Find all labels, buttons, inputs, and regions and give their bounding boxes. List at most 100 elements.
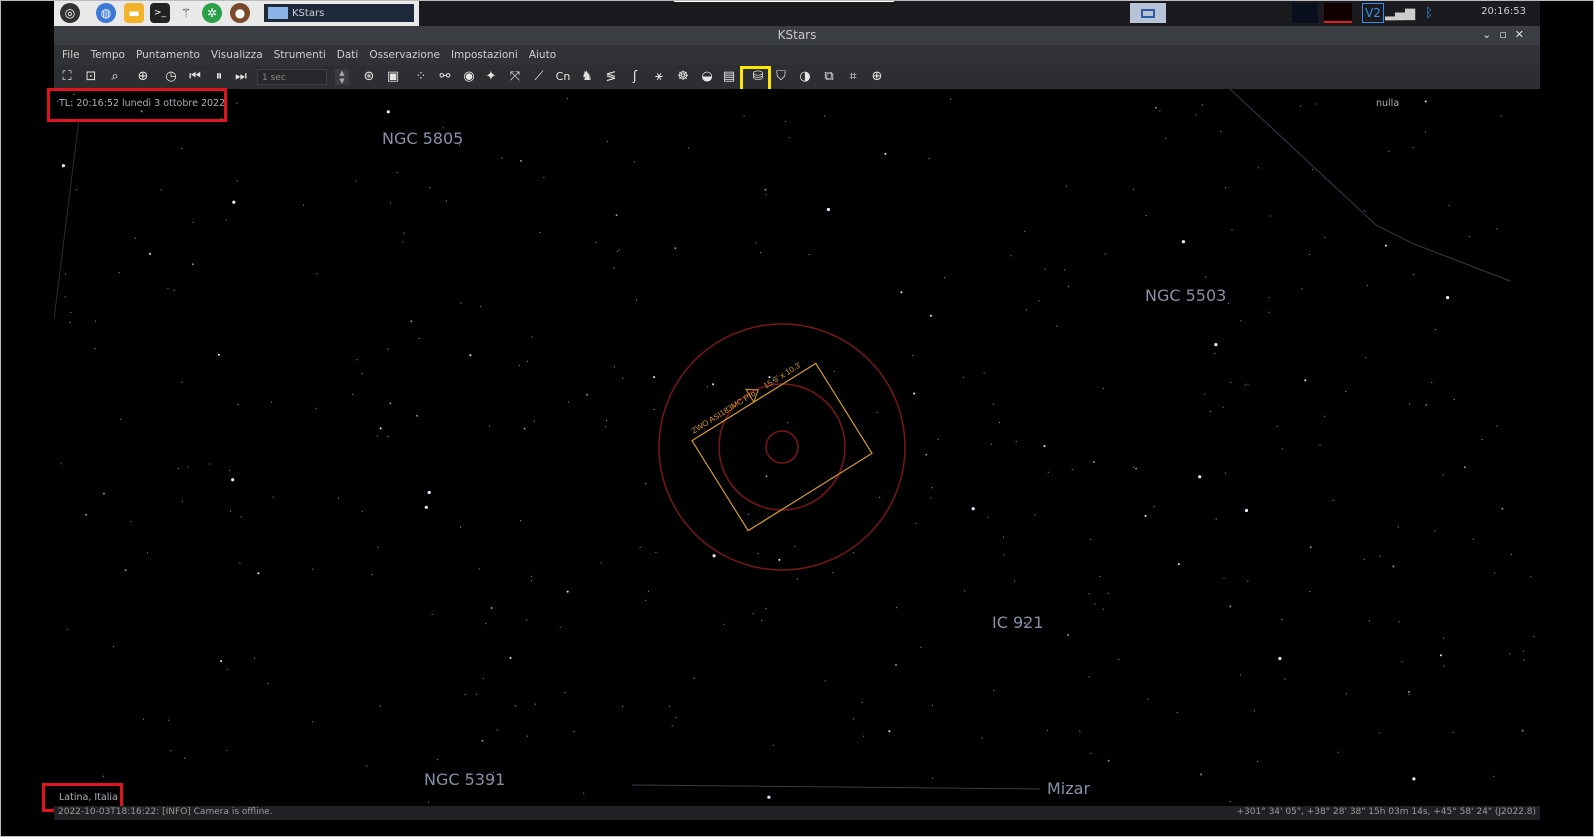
time-step-input[interactable]: 1 sec	[257, 69, 327, 85]
star	[784, 120, 787, 122]
star	[102, 492, 105, 495]
star	[1229, 801, 1231, 803]
star	[964, 590, 966, 592]
star	[102, 775, 104, 777]
horizon-icon[interactable]: ʃ	[626, 68, 644, 86]
label-ngc5503[interactable]: NGC 5503	[1145, 286, 1226, 305]
highlight-time-box	[47, 88, 227, 122]
milky-way-icon[interactable]: ≶	[602, 68, 620, 86]
constellation-names-icon[interactable]: Cn	[554, 68, 572, 86]
close-icon[interactable]: ✕	[1515, 28, 1532, 41]
star	[424, 505, 428, 509]
star	[481, 739, 484, 742]
system-taskbar: ◎ ◍ ▬ >_ ⚚ ✲ ● KStars V2 ▂▄▆ ᛒ 20:16:53	[54, 0, 1540, 26]
show-desktop-icon[interactable]	[1130, 3, 1166, 23]
constellation-boundaries-icon[interactable]: ♞	[578, 68, 596, 86]
sky-mask-icon[interactable]: ◑	[796, 68, 814, 86]
search-icon[interactable]: ⌕	[106, 68, 124, 86]
deep-sky-toggle-icon[interactable]: ⚯	[436, 68, 454, 86]
bluetooth-icon[interactable]: ᛒ	[1420, 3, 1438, 23]
stars-toggle-icon[interactable]: ⁘	[412, 68, 430, 86]
star	[1247, 383, 1249, 385]
menu-puntamento[interactable]: Puntamento	[136, 49, 200, 61]
star	[217, 353, 220, 356]
star	[1044, 268, 1046, 270]
vnc-icon[interactable]: V2	[1362, 3, 1384, 23]
minimize-icon[interactable]: ⌄	[1482, 28, 1499, 41]
star	[583, 792, 585, 794]
pause-icon[interactable]: ⏸	[210, 68, 228, 86]
step-forward-icon[interactable]: ⏭	[232, 68, 250, 86]
star	[361, 510, 363, 512]
supernova-toggle-icon[interactable]: ✦	[482, 68, 500, 86]
zoom-out-icon[interactable]: ⊡	[82, 68, 100, 86]
star	[566, 98, 569, 100]
equatorial-grid-icon[interactable]: ☸	[674, 68, 692, 86]
star	[1043, 445, 1046, 448]
star	[312, 568, 314, 570]
coordinate-grid-icon[interactable]: ⚹	[650, 68, 668, 86]
sky-map[interactable]: ZWO ASI183MC Pro 15.3' x 10.3' NGC 5805 …	[53, 88, 1540, 809]
maximize-icon[interactable]: ▫	[1499, 28, 1514, 41]
ground-icon[interactable]: ◒	[698, 68, 716, 86]
terrain-icon[interactable]: ⌗	[844, 68, 862, 86]
hips-icon[interactable]: ▤	[720, 68, 738, 86]
ekos-icon[interactable]: ⊛	[360, 68, 378, 86]
crosshair-icon[interactable]: ⊕	[868, 68, 886, 86]
star	[501, 157, 503, 159]
star	[1284, 678, 1286, 680]
star	[416, 414, 418, 417]
star	[1392, 565, 1395, 568]
solar-system-toggle-icon[interactable]: ◉	[460, 68, 478, 86]
globe-icon[interactable]: ⊕	[134, 68, 152, 86]
label-ngc5391[interactable]: NGC 5391	[424, 770, 505, 789]
file-manager-icon[interactable]: ▬	[124, 3, 144, 23]
telescope-icon[interactable]: ⚚	[176, 3, 196, 23]
star	[606, 420, 608, 422]
star	[778, 558, 781, 561]
menu-aiuto[interactable]: Aiuto	[529, 49, 556, 61]
star	[386, 110, 390, 114]
raspberry-menu-icon[interactable]: ◎	[60, 3, 80, 23]
terminal-icon[interactable]: >_	[150, 3, 170, 23]
star	[1099, 575, 1101, 578]
network-tool-icon[interactable]: ✲	[202, 3, 222, 23]
menu-impostazioni[interactable]: Impostazioni	[451, 49, 518, 61]
star	[1224, 472, 1226, 474]
fov-symbols-icon[interactable]: ⛉	[772, 68, 790, 86]
label-ngc5805[interactable]: NGC 5805	[382, 129, 463, 148]
star	[1332, 499, 1334, 501]
fits-viewer-icon[interactable]: ▣	[384, 68, 402, 86]
taskbar-kstars-task[interactable]: KStars	[264, 4, 414, 22]
star	[1424, 131, 1426, 133]
zoom-in-icon[interactable]: ⛶	[58, 68, 76, 86]
menu-strumenti[interactable]: Strumenti	[274, 49, 326, 61]
browser-icon[interactable]: ◍	[96, 3, 116, 23]
star	[1472, 538, 1474, 540]
constellation-lines-icon[interactable]: ⤧	[506, 68, 524, 86]
star	[464, 694, 466, 696]
taskbar-task-label: KStars	[292, 7, 325, 19]
star	[1379, 732, 1381, 734]
step-back-icon[interactable]: ⏮	[186, 68, 204, 86]
satellites-icon[interactable]: ⧉	[820, 68, 838, 86]
menu-visualizza[interactable]: Visualizza	[211, 49, 263, 61]
label-ic921[interactable]: IC 921	[992, 613, 1044, 632]
star	[568, 401, 570, 403]
planet-app-icon[interactable]: ●	[230, 3, 250, 23]
time-step-spinner[interactable]: ▲ ▼	[335, 69, 349, 85]
menu-file[interactable]: File	[62, 49, 80, 61]
wifi-signal-icon[interactable]: ▂▄▆	[1385, 3, 1415, 23]
label-mizar[interactable]: Mizar	[1047, 779, 1090, 798]
window-titlebar[interactable]: KStars ⌄▫✕	[54, 26, 1540, 45]
star	[1269, 215, 1271, 217]
star	[387, 348, 389, 350]
menu-tempo[interactable]: Tempo	[91, 49, 125, 61]
clock-icon[interactable]: ◷	[162, 68, 180, 86]
constellation-art-icon[interactable]: ⟋	[530, 68, 548, 86]
menu-dati[interactable]: Dati	[337, 49, 359, 61]
star	[173, 289, 175, 291]
star	[950, 98, 952, 100]
menu-osservazione[interactable]: Osservazione	[369, 49, 440, 61]
star	[539, 231, 541, 234]
